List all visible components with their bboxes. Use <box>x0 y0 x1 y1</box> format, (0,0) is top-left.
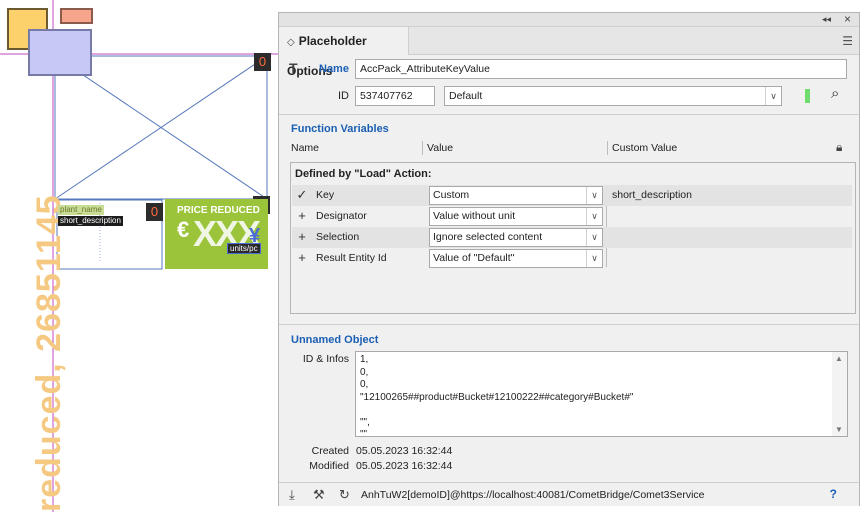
tab-placeholder-options[interactable]: ◇ Placeholder Options <box>279 27 409 78</box>
value-select-text: Value of "Default" <box>433 252 515 264</box>
id-infos-textarea[interactable] <box>355 351 848 437</box>
col-header-name[interactable]: Name <box>291 142 319 154</box>
chevron-down-icon: ∨ <box>765 87 781 105</box>
status-indicator <box>805 89 810 103</box>
text-type-icon: T <box>289 60 298 76</box>
chevron-updown-icon: ◇ <box>287 37 295 48</box>
pink-frame-handle[interactable] <box>60 8 93 24</box>
table-row[interactable]: ✓ Key Custom ∨ short_description <box>292 185 852 206</box>
panel-footer: ⤓ ⚒ ↻ AnhTuW2[demoID]@https://localhost:… <box>279 482 859 506</box>
divider <box>279 324 859 325</box>
value-select-text: Value without unit <box>433 210 516 222</box>
unnamed-object-title: Unnamed Object <box>291 334 379 346</box>
price-unit-tag[interactable]: units/pc <box>227 243 261 254</box>
custom-value[interactable]: short_description <box>612 189 692 201</box>
id-field[interactable]: 537407762 <box>355 86 435 106</box>
col-header-custom[interactable]: Custom Value <box>612 142 677 154</box>
row-name: Selection <box>316 231 360 243</box>
group-title: Defined by "Load" Action: <box>295 168 432 180</box>
table-row[interactable]: + Result Entity Id Value of "Default" ∨ <box>292 248 852 269</box>
refresh-icon[interactable]: ↻ <box>339 487 350 503</box>
table-row[interactable]: + Selection Ignore selected content ∨ <box>292 227 852 248</box>
scroll-up-icon[interactable]: ▲ <box>835 354 843 363</box>
table-row[interactable]: + Designator Value without unit ∨ <box>292 206 852 227</box>
checkmark-icon[interactable]: ✓ <box>295 187 309 203</box>
hammer-icon[interactable]: ⚒ <box>313 487 325 503</box>
column-separator[interactable] <box>422 141 423 155</box>
placeholder-options-panel: ◂◂ × ◇ Placeholder Options ☰ T Name AccPa… <box>278 12 860 506</box>
row-name: Key <box>316 189 335 201</box>
name-label: Name <box>319 63 349 75</box>
id-select[interactable]: Default ∨ <box>444 86 782 106</box>
lock-icon[interactable]: 🔒︎ <box>836 140 842 155</box>
value-select[interactable]: Custom ∨ <box>429 186 603 205</box>
value-select[interactable]: Ignore selected content ∨ <box>429 228 603 247</box>
plus-icon[interactable]: + <box>295 229 309 244</box>
scrollbar[interactable]: ▲ ▼ <box>832 352 847 436</box>
blue-frame-handle[interactable] <box>28 29 92 76</box>
modified-value: 05.05.2023 16:32:44 <box>356 460 453 472</box>
value-select-text: Ignore selected content <box>433 231 543 243</box>
plant-name-tag[interactable]: plant_name <box>58 205 104 215</box>
column-separator[interactable] <box>607 141 608 155</box>
scroll-down-icon[interactable]: ▼ <box>835 425 843 434</box>
row-name: Designator <box>316 210 367 222</box>
plus-icon[interactable]: + <box>295 250 309 265</box>
search-icon[interactable]: ⌕ <box>831 85 839 102</box>
id-infos-label: ID & Infos <box>302 353 349 365</box>
help-icon[interactable]: ? <box>830 487 837 501</box>
divider <box>279 114 859 115</box>
euro-sign: € <box>177 217 190 242</box>
chevron-down-icon: ∨ <box>586 208 602 225</box>
function-variables-title: Function Variables <box>291 123 389 135</box>
price-reduced-box[interactable]: PRICE REDUCED € XXX ¥ units/pc <box>165 199 268 269</box>
panel-menu-icon[interactable]: ☰ <box>842 34 853 48</box>
col-header-value[interactable]: Value <box>427 142 453 154</box>
panel-titlebar[interactable]: ◂◂ × <box>279 12 859 27</box>
id-label: ID <box>338 90 349 102</box>
function-variables-box: Defined by "Load" Action: ✓ Key Custom ∨ … <box>290 162 856 314</box>
download-icon[interactable]: ⤓ <box>289 487 295 503</box>
connection-string: AnhTuW2[demoID]@https://localhost:40081/… <box>361 489 705 501</box>
value-select-text: Custom <box>433 189 470 201</box>
chevron-down-icon: ∨ <box>586 187 602 204</box>
chevron-down-icon: ∨ <box>586 250 602 267</box>
collapse-icon[interactable]: ◂◂ <box>822 14 831 25</box>
placeholder-badge[interactable]: 0 <box>254 53 271 71</box>
function-table-header: Name Value Custom Value 🔒︎ <box>279 139 859 157</box>
layout-canvas[interactable]: reduced, 26851145 0 0 0 plant_name short… <box>0 0 278 512</box>
plus-icon[interactable]: + <box>295 208 309 223</box>
close-icon[interactable]: × <box>844 12 851 26</box>
chevron-down-icon: ∨ <box>586 229 602 246</box>
row-name: Result Entity Id <box>316 252 387 264</box>
panel-tabbar: ◇ Placeholder Options ☰ <box>279 27 859 78</box>
created-value: 05.05.2023 16:32:44 <box>356 445 453 457</box>
short-description-tag[interactable]: short_description <box>58 216 123 226</box>
created-label: Created <box>311 445 349 457</box>
name-field[interactable]: AccPack_AttributeKeyValue <box>355 59 847 79</box>
value-select[interactable]: Value without unit ∨ <box>429 207 603 226</box>
rotated-price-text: reduced, 26851145 <box>30 194 68 512</box>
modified-label: Modified <box>309 460 349 472</box>
id-select-value: Default <box>449 90 483 102</box>
value-select[interactable]: Value of "Default" ∨ <box>429 249 603 268</box>
placeholder-badge[interactable]: 0 <box>146 203 163 221</box>
